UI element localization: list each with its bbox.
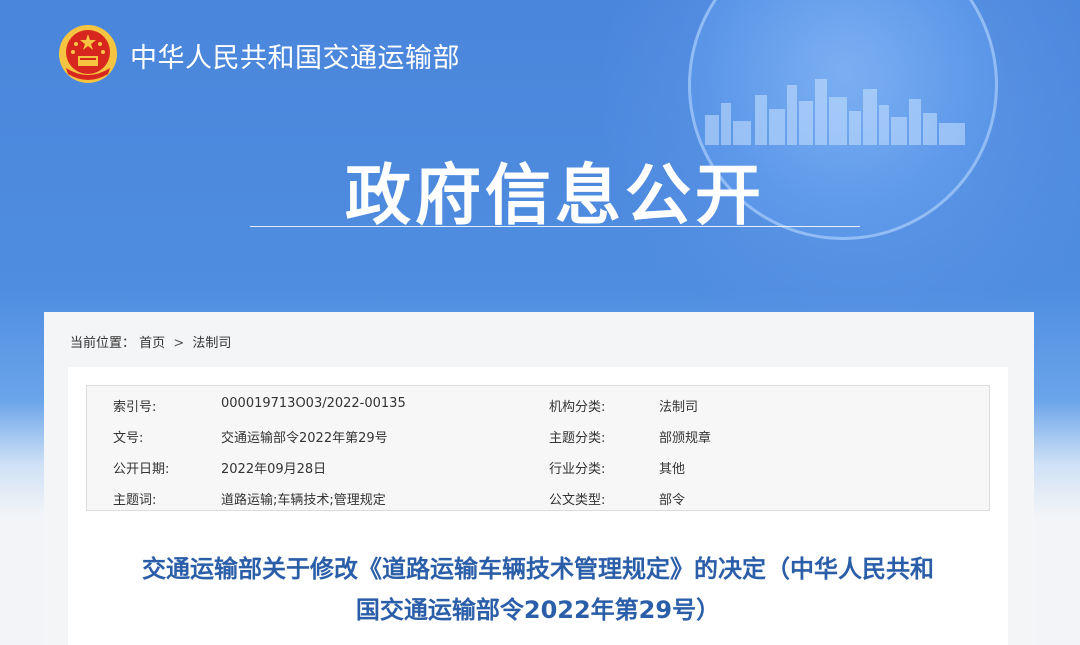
meta-key: 主题分类: [549,431,606,446]
meta-key: 行业分类: [549,462,606,477]
breadcrumb: 当前位置： 首页 > 法制司 [70,332,231,351]
metadata-row: 公开日期: 2022年09月28日 行业分类: 其他 [87,450,989,481]
meta-value: 部令 [659,493,686,508]
meta-value: 法制司 [659,400,699,415]
breadcrumb-label: 当前位置： [70,336,136,351]
meta-value: 部颁规章 [659,431,712,446]
document-title-line: 国交通运输部令2022年第29号） [355,596,721,624]
meta-key: 公文类型: [549,493,606,508]
breadcrumb-separator: > [173,336,185,351]
meta-value: 交通运输部令2022年第29号 [221,431,388,446]
breadcrumb-home-link[interactable]: 首页 [139,336,165,351]
breadcrumb-current-link[interactable]: 法制司 [192,336,231,351]
document-title: 交通运输部关于修改《道路运输车辆技术管理规定》的决定（中华人民共和 国交通运输部… [78,549,998,631]
meta-key: 机构分类: [549,400,606,415]
metadata-row: 文号: 交通运输部令2022年第29号 主题分类: 部颁规章 [87,419,989,450]
document-content: 索引号: 000019713O03/2022-00135 机构分类: 法制司 文… [68,367,1008,645]
hero-divider [250,226,860,227]
document-title-line: 交通运输部关于修改《道路运输车辆技术管理规定》的决定（中华人民共和 [142,555,934,583]
meta-key: 索引号: [113,400,157,415]
meta-key: 文号: [113,431,144,446]
page-hero-title: 政府信息公开 [345,157,765,234]
national-emblem-icon [59,25,117,83]
meta-value: 其他 [659,462,686,477]
meta-value: 000019713O03/2022-00135 [221,396,406,411]
meta-value: 道路运输;车辆技术;管理规定 [221,493,386,508]
main-panel: 当前位置： 首页 > 法制司 索引号: 000019713O03/2022-00… [44,312,1034,645]
city-skyline-icon [705,79,965,145]
metadata-row: 主题词: 道路运输;车辆技术;管理规定 公文类型: 部令 [87,481,989,512]
meta-value: 2022年09月28日 [221,462,327,477]
metadata-table: 索引号: 000019713O03/2022-00135 机构分类: 法制司 文… [86,385,990,511]
meta-key: 公开日期: [113,462,170,477]
ministry-name[interactable]: 中华人民共和国交通运输部 [130,36,460,75]
metadata-row: 索引号: 000019713O03/2022-00135 机构分类: 法制司 [87,388,989,419]
meta-key: 主题词: [113,493,157,508]
